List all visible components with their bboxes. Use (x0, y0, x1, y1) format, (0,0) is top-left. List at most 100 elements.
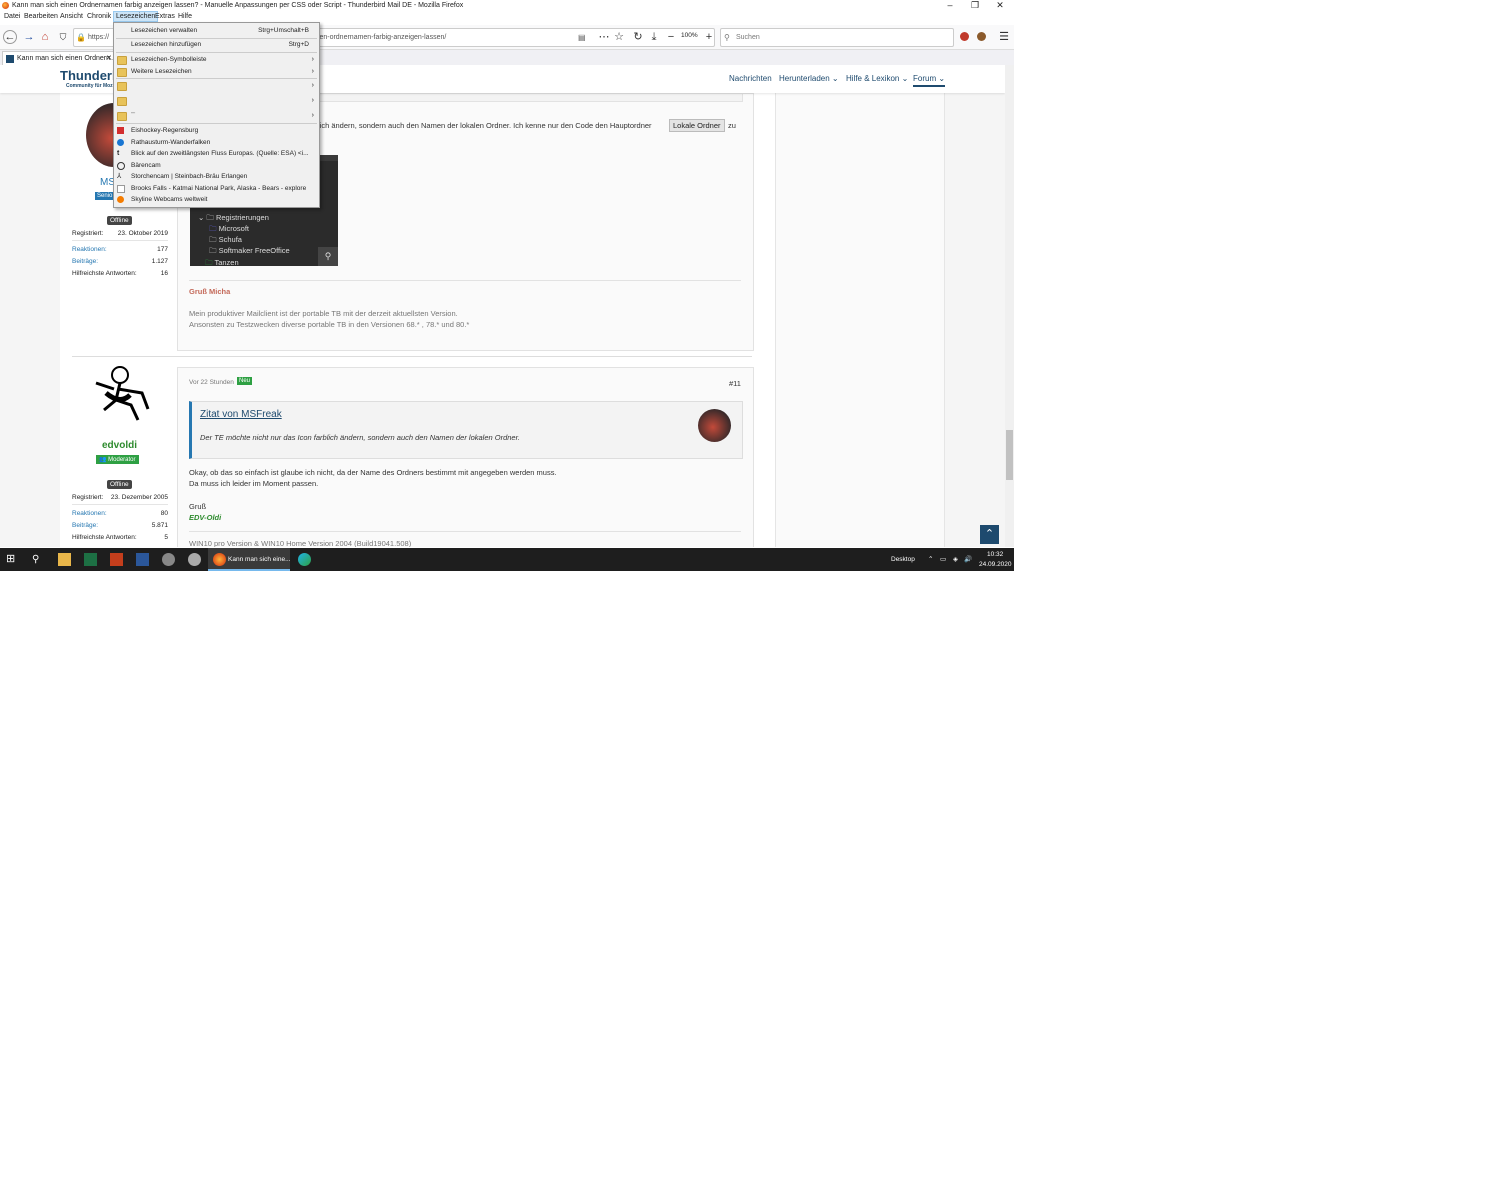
maximize-button[interactable]: ❐ (963, 0, 987, 11)
powerpoint-icon[interactable] (110, 553, 123, 566)
menu-bearbeiten[interactable]: Bearbeiten (22, 11, 60, 22)
zoom-in-icon[interactable]: + (702, 30, 716, 44)
site-logo-subtitle: Community für Mozi (66, 83, 115, 89)
taskbar-search-icon[interactable]: ⚲ (32, 553, 45, 566)
status-offline: Offline (107, 216, 132, 225)
tray-chevron-icon[interactable]: ⌃ (928, 555, 933, 563)
search-icon: ⚲ (724, 33, 730, 42)
nav-nachrichten[interactable]: Nachrichten (729, 74, 772, 83)
home-icon[interactable]: ⌂ (38, 30, 52, 44)
search-bar[interactable]: ⚲ Suchen (720, 28, 954, 47)
bookmark-baerencam[interactable]: Bärencam (114, 160, 319, 171)
site-favicon-icon (6, 55, 14, 63)
menu-datei[interactable]: Datei (2, 11, 22, 22)
zoom-level[interactable]: 100% (681, 32, 698, 39)
bookmark-storchencam[interactable]: ⅄ Storchencam | Steinbach-Bräu Erlangen (114, 171, 319, 182)
favicon-page-icon (117, 185, 125, 193)
clock-date[interactable]: 24.09.2020 (979, 561, 1012, 568)
window-title: Kann man sich einen Ordnernamen farbig a… (12, 2, 464, 9)
rank-badge: Senio (95, 192, 115, 200)
tab-close-icon[interactable]: ✕ (106, 52, 112, 66)
menu-extras[interactable]: Extras (153, 11, 177, 22)
app-icon-1[interactable] (162, 553, 175, 566)
close-button[interactable]: ✕ (988, 0, 1012, 11)
quote-title-link[interactable]: Zitat von MSFreak (200, 409, 282, 420)
taskbar-firefox-window[interactable]: Kann man sich eine... (208, 548, 291, 571)
menu-lesezeichen[interactable]: Lesezeichen (113, 11, 159, 22)
url-end: inen-ordnernamen-farbig-anzeigen-lassen/ (314, 34, 447, 41)
signature-line-2: Ansonsten zu Testzwecken diverse portabl… (189, 320, 470, 329)
bookmark-esa[interactable]: t Blick auf den zweitlängsten Fluss Euro… (114, 148, 319, 159)
tab-active[interactable]: Kann man sich einen Ordnern... ✕ (2, 51, 116, 66)
favicon-stork-icon: ⅄ (117, 173, 122, 180)
download-icon[interactable]: ⤓ (647, 30, 661, 44)
windows-taskbar: ⊞ ⚲ Kann man sich eine... Desktop ⌃ ▭ ◈ … (0, 548, 1014, 571)
minimize-button[interactable]: – (938, 0, 962, 11)
tab-title: Kann man sich einen Ordnern... (17, 55, 116, 62)
word-icon[interactable] (136, 553, 149, 566)
menu-item-other-bookmarks[interactable]: Weitere Lesezeichen › (114, 66, 319, 77)
quote-avatar[interactable] (698, 409, 731, 442)
thunderbird-icon[interactable] (188, 553, 201, 566)
menu-item-bookmarks-toolbar[interactable]: Lesezeichen-Symbolleiste › (114, 54, 319, 65)
shield-icon[interactable]: ⛉ (56, 30, 70, 44)
screen: Kann man sich einen Ordnernamen farbig a… (0, 0, 1014, 571)
windows-start-icon[interactable]: ⊞ (6, 553, 19, 566)
menu-ansicht[interactable]: Ansicht (58, 11, 85, 22)
back-icon[interactable]: ← (3, 30, 17, 44)
menu-item-folder-redacted-2[interactable]: › (114, 95, 319, 106)
bookmark-skyline[interactable]: Skyline Webcams weltweit (114, 194, 319, 205)
bookmark-star-icon[interactable]: ☆ (612, 30, 626, 44)
excel-icon[interactable] (84, 553, 97, 566)
clock-time[interactable]: 10:32 (987, 551, 1003, 558)
nav-forum[interactable]: Forum ⌄ (913, 74, 946, 87)
scrollbar-thumb[interactable] (1006, 430, 1013, 480)
bookmarks-menu: Lesezeichen verwalten Strg+Umschalt+B Les… (113, 22, 320, 208)
menu-bar: Datei Bearbeiten Ansicht Chronik Lesezei… (0, 11, 1014, 22)
more-actions-icon[interactable]: ⋯ (597, 30, 611, 44)
post-11: Vor 22 Stunden Neu #11 Zitat von MSFreak… (177, 367, 754, 547)
post-time[interactable]: Vor 22 Stunden (189, 379, 234, 386)
nav-herunterladen[interactable]: Herunterladen ⌄ (779, 74, 839, 83)
avatar-edvoldi[interactable] (86, 365, 154, 425)
bookmark-eishockey[interactable]: Eishockey-Regensburg (114, 125, 319, 136)
post-body-line-1: Okay, ob das so einfach ist glaube ich n… (189, 468, 557, 477)
reload-icon[interactable]: ↻ (631, 30, 645, 44)
security-tray-icon[interactable]: ◈ (953, 555, 958, 563)
folder-icon (117, 56, 127, 65)
username-edvoldi[interactable]: edvoldi (102, 440, 137, 451)
moderator-badge: 👥 Moderator (96, 455, 139, 464)
volume-icon[interactable]: 🔊 (964, 555, 972, 563)
forward-icon[interactable]: → (22, 30, 36, 44)
network-icon[interactable]: ▭ (940, 555, 946, 563)
extension-icon[interactable] (977, 32, 986, 41)
bookmark-brooks-falls[interactable]: Brooks Falls - Katmai National Park, Ala… (114, 183, 319, 194)
magnify-icon[interactable]: ⚲ (318, 247, 338, 266)
menu-chronik[interactable]: Chronik (85, 11, 113, 22)
hamburger-menu-icon[interactable]: ☰ (997, 30, 1011, 44)
tree-item-tanzen: 🗀 Tanzen (205, 258, 239, 267)
inline-code-lokale-ordner: Lokale Ordner (669, 119, 725, 132)
menu-item-manage-bookmarks[interactable]: Lesezeichen verwalten Strg+Umschalt+B (114, 25, 319, 36)
desktop-toolbar[interactable]: Desktop (891, 556, 915, 563)
new-badge: Neu (237, 377, 253, 385)
folder-icon (117, 82, 127, 91)
zoom-out-icon[interactable]: − (664, 30, 678, 44)
menu-hilfe[interactable]: Hilfe (176, 11, 194, 22)
scroll-to-top-button[interactable]: ⌃ (980, 525, 999, 544)
page-scrollbar[interactable] (1005, 65, 1014, 547)
menu-item-add-bookmark[interactable]: Lesezeichen hinzufügen Strg+D (114, 39, 319, 50)
menu-item-folder-redacted-1[interactable]: › (114, 80, 319, 91)
menu-item-folder-redacted-3[interactable]: ¨¨ › (114, 110, 319, 121)
firefox-taskbar-icon (213, 553, 226, 566)
edge-icon[interactable] (298, 553, 311, 566)
post-number-link[interactable]: #11 (729, 379, 741, 388)
search-placeholder: Suchen (736, 34, 760, 41)
file-explorer-icon[interactable] (58, 553, 71, 566)
bookmark-rathausturm[interactable]: Rathausturm-Wanderfalken (114, 137, 319, 148)
reader-view-icon[interactable]: ▤ (578, 29, 586, 46)
nav-hilfe-lexikon[interactable]: Hilfe & Lexikon ⌄ (846, 74, 908, 83)
site-logo[interactable]: Thunderl (60, 68, 116, 83)
adblock-icon[interactable] (960, 32, 969, 41)
post-body-line-2: Da muss ich leider im Moment passen. (189, 479, 319, 488)
